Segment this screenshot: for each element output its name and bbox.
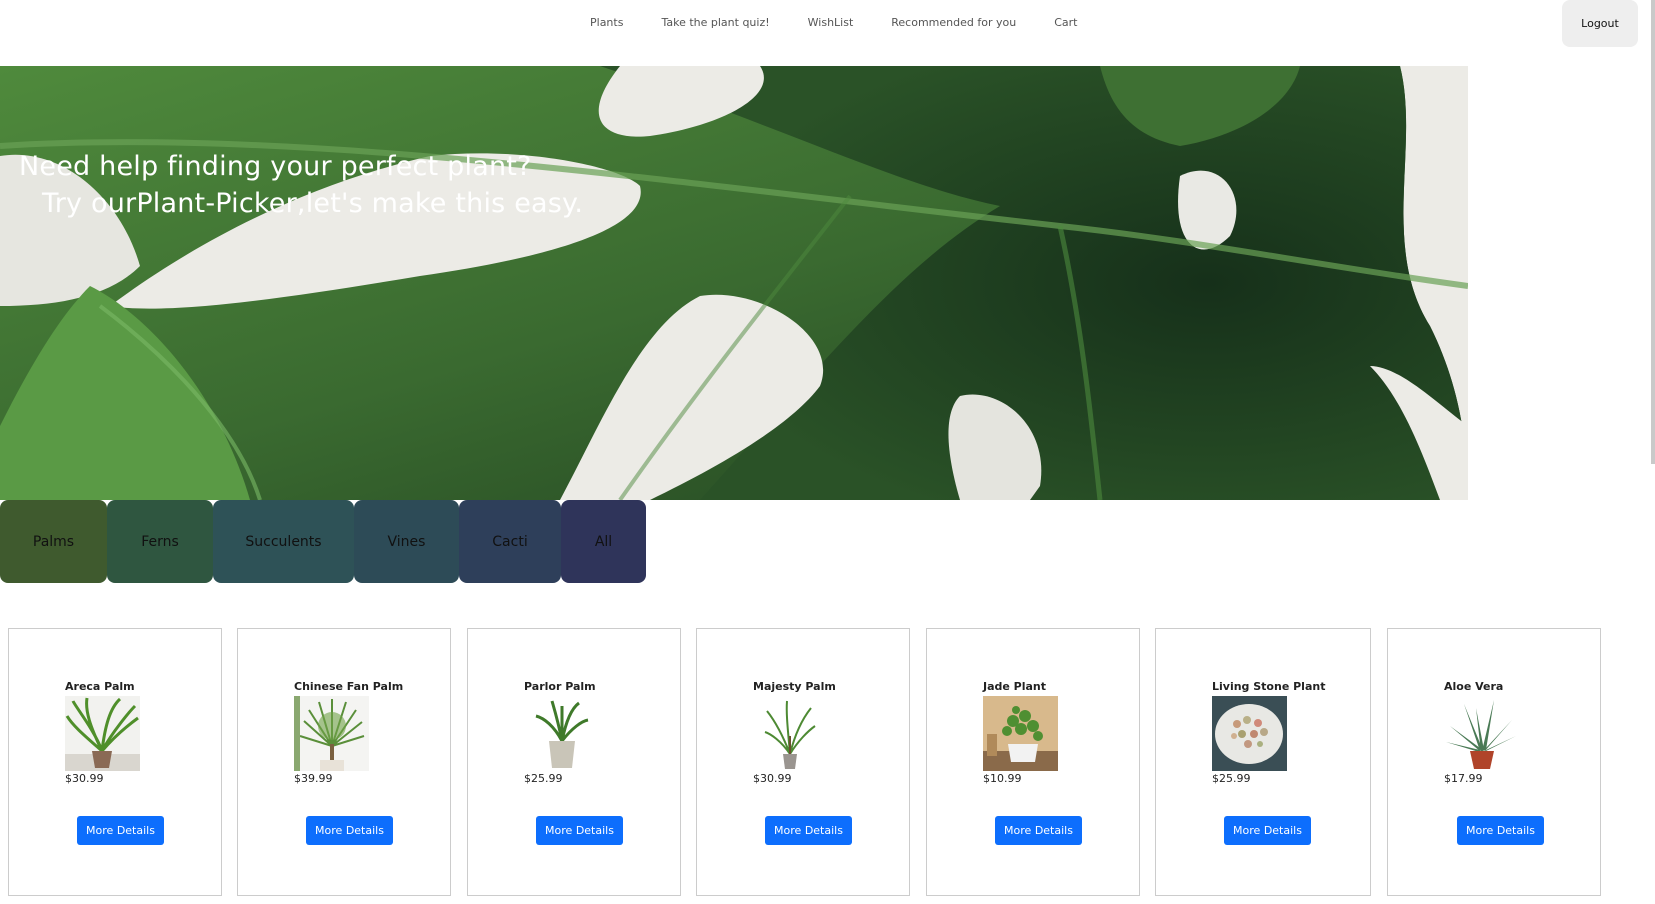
more-details-button[interactable]: More Details xyxy=(995,816,1082,845)
living-stone-plant-photo[interactable] xyxy=(1212,696,1287,771)
logout-button[interactable]: Logout xyxy=(1562,0,1638,47)
product-price: $25.99 xyxy=(524,772,563,785)
product-name: Majesty Palm xyxy=(753,680,836,693)
product-card: Aloe Vera $17.99 More Details xyxy=(1387,628,1601,896)
more-details-button[interactable]: More Details xyxy=(77,816,164,845)
product-price: $17.99 xyxy=(1444,772,1483,785)
hero-banner: Need help finding your perfect plant? Tr… xyxy=(0,66,1468,500)
category-cacti-button[interactable]: Cacti xyxy=(459,500,561,583)
product-name: Parlor Palm xyxy=(524,680,596,693)
product-name: Chinese Fan Palm xyxy=(294,680,404,693)
product-name: Living Stone Plant xyxy=(1212,680,1326,693)
nav-link-plants[interactable]: Plants xyxy=(571,16,642,30)
nav-link-wishlist[interactable]: WishList xyxy=(789,16,873,30)
category-vines-button[interactable]: Vines xyxy=(354,500,459,583)
more-details-button[interactable]: More Details xyxy=(1224,816,1311,845)
more-details-button[interactable]: More Details xyxy=(1457,816,1544,845)
category-all-button[interactable]: All xyxy=(561,500,646,583)
hero-headline: Need help finding your perfect plant? Tr… xyxy=(19,148,583,222)
product-price: $10.99 xyxy=(983,772,1022,785)
product-price: $30.99 xyxy=(753,772,792,785)
product-price: $39.99 xyxy=(294,772,333,785)
product-card: Majesty Palm $30.99 More Details xyxy=(696,628,910,896)
top-navbar: Plants Take the plant quiz! WishList Rec… xyxy=(0,0,1655,66)
product-card: Chinese Fan Palm $39.99 More Details xyxy=(237,628,451,896)
category-palms-button[interactable]: Palms xyxy=(0,500,107,583)
category-succulents-button[interactable]: Succulents xyxy=(213,500,354,583)
hero-line-2: Try ourPlant-Picker,let's make this easy… xyxy=(42,188,584,219)
product-price: $30.99 xyxy=(65,772,104,785)
monstera-leaf-image xyxy=(0,66,1468,500)
nav-links: Plants Take the plant quiz! WishList Rec… xyxy=(571,16,1096,30)
more-details-button[interactable]: More Details xyxy=(536,816,623,845)
nav-link-recommended[interactable]: Recommended for you xyxy=(872,16,1035,30)
category-ferns-button[interactable]: Ferns xyxy=(107,500,213,583)
product-card: Areca Palm $30.99 More Details xyxy=(8,628,222,896)
category-filter-bar: Palms Ferns Succulents Vines Cacti All xyxy=(0,500,646,583)
product-card: Living Stone Plant $25.99 More Details xyxy=(1155,628,1371,896)
page-scrollbar[interactable] xyxy=(1651,0,1655,464)
product-name: Areca Palm xyxy=(65,680,135,693)
product-name: Jade Plant xyxy=(983,680,1047,693)
aloe-vera-photo[interactable] xyxy=(1444,696,1519,771)
areca-palm-photo[interactable] xyxy=(65,696,140,771)
chinese-fan-palm-photo[interactable] xyxy=(294,696,369,771)
more-details-button[interactable]: More Details xyxy=(765,816,852,845)
nav-link-plant-quiz[interactable]: Take the plant quiz! xyxy=(642,16,788,30)
product-card: Parlor Palm $25.99 More Details xyxy=(467,628,681,896)
majesty-palm-photo[interactable] xyxy=(753,696,828,771)
nav-link-cart[interactable]: Cart xyxy=(1035,16,1096,30)
hero-line-1: Need help finding your perfect plant? xyxy=(19,151,532,182)
product-name: Aloe Vera xyxy=(1444,680,1504,693)
more-details-button[interactable]: More Details xyxy=(306,816,393,845)
product-price: $25.99 xyxy=(1212,772,1251,785)
product-card: Jade Plant $10.99 More Details xyxy=(926,628,1140,896)
jade-plant-photo[interactable] xyxy=(983,696,1058,771)
parlor-palm-photo[interactable] xyxy=(524,696,599,771)
